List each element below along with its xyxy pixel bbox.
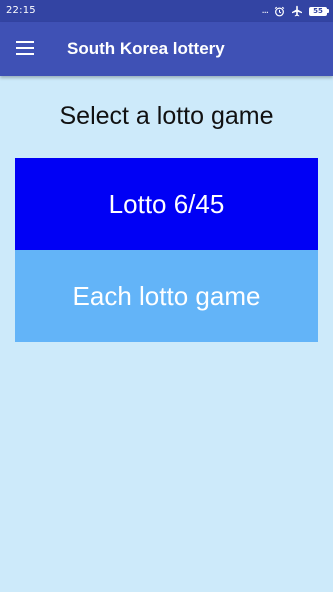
screen: 22:15 ... 55 South Korea lottery Select … [0, 0, 333, 592]
hamburger-menu-icon[interactable] [16, 40, 36, 56]
page-heading: Select a lotto game [59, 102, 274, 130]
status-bar: 22:15 ... 55 [0, 0, 333, 22]
alarm-clock-icon [274, 6, 285, 16]
each-lotto-game-button[interactable]: Each lotto game [15, 250, 318, 342]
status-icons: ... 55 [261, 4, 329, 18]
battery-icon: 55 [309, 6, 329, 16]
more-notifications-icon: ... [261, 5, 268, 16]
battery-tip [327, 9, 329, 13]
app-bar: South Korea lottery [0, 22, 333, 76]
airplane-mode-icon [292, 5, 302, 17]
battery-level: 55 [309, 6, 327, 16]
status-time: 22:15 [6, 5, 36, 16]
lotto-645-button[interactable]: Lotto 6/45 [15, 158, 318, 250]
app-title: South Korea lottery [67, 39, 225, 58]
